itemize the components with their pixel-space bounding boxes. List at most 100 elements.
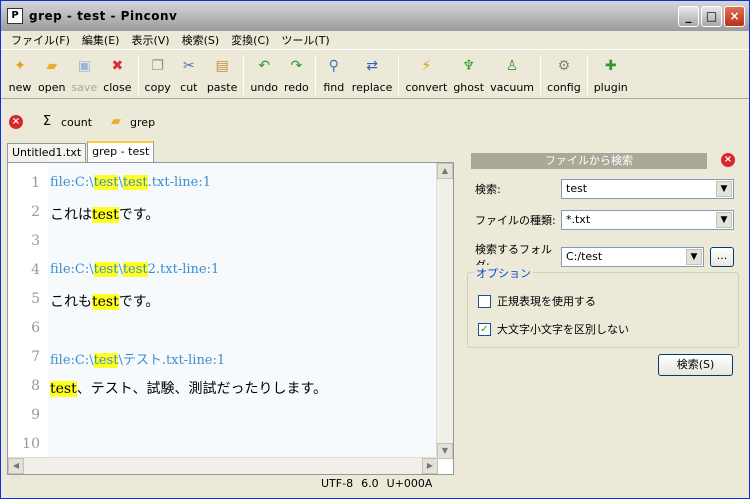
line-number: 6 — [31, 320, 40, 336]
match-highlight: test — [50, 381, 77, 397]
options-group: オプション 正規表現を使用する ✓ 大文字小文字を区別しない — [467, 265, 739, 348]
file-type-combobox[interactable]: *.txt ▼ — [561, 210, 734, 230]
convert-button[interactable]: ⚡ convert — [402, 51, 450, 94]
scroll-left-arrow-icon[interactable]: ◀ — [8, 458, 24, 474]
line-text: file:C:\ — [50, 353, 94, 368]
new-button[interactable]: ✦ new — [5, 51, 35, 94]
scroll-right-arrow-icon[interactable]: ▶ — [422, 458, 438, 474]
copy-label: copy — [144, 81, 171, 94]
search-combobox[interactable]: test ▼ — [561, 179, 734, 199]
close-file-icon: ✖ — [111, 58, 124, 74]
plugin-button[interactable]: ✚ plugin — [591, 51, 631, 94]
vacuum-label: vacuum — [490, 81, 535, 94]
chevron-down-icon[interactable]: ▼ — [686, 249, 702, 265]
main-window: P grep - test - Pinconv _ □ × ファイル(F) 編集(… — [0, 0, 750, 499]
horizontal-scrollbar[interactable]: ◀ ▶ — [8, 457, 438, 474]
search-label: 検索: — [475, 183, 501, 196]
regex-checkbox[interactable]: 正規表現を使用する — [478, 293, 596, 309]
ghost-icon: ♆ — [462, 58, 475, 74]
paste-icon: ▤ — [215, 58, 229, 74]
line-text: 2.txt-line:1 — [147, 262, 220, 277]
chevron-down-icon[interactable]: ▼ — [716, 212, 732, 228]
text-line[interactable]: これもtestです。 — [50, 291, 159, 311]
redo-button[interactable]: ↷ redo — [281, 51, 312, 94]
toolbar-separator — [314, 55, 316, 95]
options-legend: オプション — [474, 265, 533, 281]
replace-button[interactable]: ⇄ replace — [349, 51, 396, 94]
search-value: test — [566, 182, 588, 195]
title-bar[interactable]: P grep - test - Pinconv _ □ × — [1, 1, 749, 31]
copy-icon: ❐ — [151, 58, 164, 74]
scroll-up-arrow-icon[interactable]: ▲ — [437, 163, 453, 179]
checkbox-icon[interactable]: ✓ — [478, 322, 491, 336]
copy-button[interactable]: ❐ copy — [142, 51, 174, 94]
match-highlight: test — [93, 353, 119, 368]
menu-item[interactable]: ファイル(F) — [5, 32, 76, 48]
panel-close-button[interactable]: × — [721, 153, 735, 167]
code-area[interactable]: file:C:\test\test.txt-line:1 これはtestです。 fi… — [48, 163, 438, 459]
line-text: これも — [50, 294, 92, 310]
undo-button[interactable]: ↶ undo — [247, 51, 281, 94]
editor[interactable]: 1 2 3 4 5 6 7 8 9 10 file:C:\test\test.txt-line:1… — [7, 162, 454, 475]
file-path-line[interactable]: file:C:\test\test2.txt-line:1 — [50, 262, 219, 277]
window-close-button[interactable]: × — [724, 6, 745, 27]
config-button[interactable]: ⚙ config — [544, 51, 584, 94]
count-button[interactable]: Σ count — [39, 114, 92, 130]
folder-combobox[interactable]: C:/test ▼ — [561, 247, 704, 267]
browse-button[interactable]: ... — [710, 247, 734, 267]
grep-button[interactable]: ▰ grep — [108, 114, 155, 130]
ignore-case-checkbox[interactable]: ✓ 大文字小文字を区別しない — [478, 321, 629, 337]
menu-item[interactable]: 編集(E) — [76, 32, 126, 48]
checkbox-icon[interactable] — [478, 294, 491, 308]
status-encoding: UTF-8 — [321, 477, 354, 490]
document-tab[interactable]: Untitled1.txt — [7, 143, 87, 162]
text-line[interactable]: test、テスト、試験、測試だったりします。 — [50, 378, 327, 398]
open-button[interactable]: ▰ open — [35, 51, 68, 94]
cut-button[interactable]: ✂ cut — [174, 51, 204, 94]
grep-close-button[interactable]: × — [9, 115, 23, 129]
line-number: 5 — [31, 291, 40, 307]
menu-item[interactable]: 変換(C) — [225, 32, 275, 48]
scroll-down-arrow-icon[interactable]: ▼ — [437, 443, 453, 459]
vertical-scrollbar[interactable]: ▲ ▼ — [436, 163, 453, 459]
vacuum-icon: ♙ — [505, 58, 519, 74]
menu-item[interactable]: 検索(S) — [176, 32, 226, 48]
replace-label: replace — [351, 81, 393, 94]
match-highlight: test — [122, 262, 148, 277]
line-text: これは — [50, 207, 92, 223]
find-button[interactable]: ⚲ find — [319, 51, 349, 94]
text-line[interactable]: これはtestです。 — [50, 204, 159, 224]
maximize-button[interactable]: □ — [701, 6, 722, 27]
line-number: 8 — [31, 378, 40, 394]
vacuum-button[interactable]: ♙ vacuum — [487, 51, 537, 94]
line-number: 2 — [31, 204, 40, 220]
line-number: 7 — [31, 349, 40, 365]
menu-item[interactable]: 表示(V) — [125, 32, 175, 48]
open-folder-icon: ▰ — [46, 58, 58, 74]
match-highlight: test — [92, 207, 119, 223]
new-file-icon: ✦ — [14, 58, 26, 74]
minimize-button[interactable]: _ — [678, 6, 699, 27]
document-tab[interactable]: grep - test — [87, 141, 155, 162]
ghost-button[interactable]: ♆ ghost — [450, 51, 487, 94]
line-number: 10 — [22, 436, 40, 452]
file-type-row: ファイルの種類: *.txt ▼ — [475, 210, 734, 230]
search-button[interactable]: 検索(S) — [658, 354, 733, 376]
cut-label: cut — [180, 81, 198, 94]
file-path-line[interactable]: file:C:\test\テスト.txt-line:1 — [50, 349, 225, 368]
line-text: 、テスト、試験、測試だったりします。 — [76, 381, 328, 397]
close-button[interactable]: ✖ close — [100, 51, 134, 94]
grep-label: grep — [130, 115, 156, 129]
close-circle-icon: × — [9, 115, 23, 129]
menu-item[interactable]: ツール(T) — [275, 32, 335, 48]
paste-button[interactable]: ▤ paste — [204, 51, 241, 94]
status-char: U+000A — [386, 477, 433, 490]
line-text: です。 — [118, 207, 160, 223]
file-path-line[interactable]: file:C:\test\test.txt-line:1 — [50, 175, 211, 190]
ignore-case-label: 大文字小文字を区別しない — [497, 323, 629, 336]
replace-icon: ⇄ — [366, 58, 378, 74]
find-label: find — [323, 81, 345, 94]
toolbar-separator — [540, 55, 542, 95]
status-position: 6.0 — [361, 477, 379, 490]
chevron-down-icon[interactable]: ▼ — [716, 181, 732, 197]
